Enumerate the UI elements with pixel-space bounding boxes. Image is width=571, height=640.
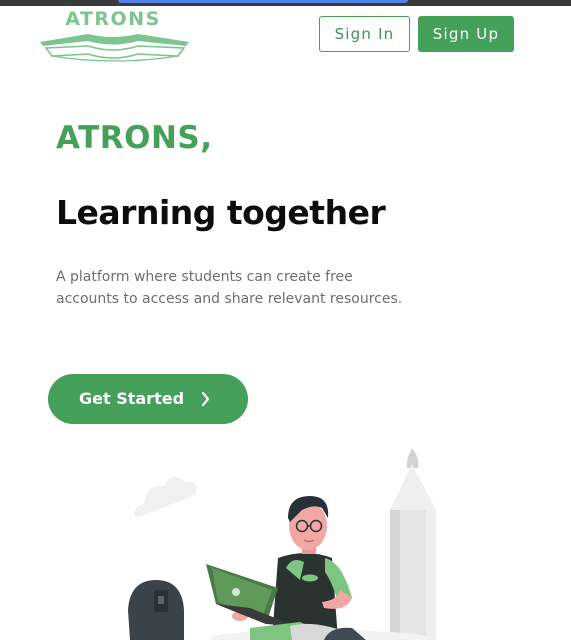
backpack-shape xyxy=(128,580,184,640)
open-book-icon xyxy=(40,34,189,62)
hero-headline: Learning together xyxy=(56,193,386,232)
sign-in-button[interactable]: Sign In xyxy=(319,16,410,52)
hero-description-line1: A platform where students can create fre… xyxy=(56,269,353,285)
get-started-label: Get Started xyxy=(79,389,185,408)
pencil-shape xyxy=(390,448,436,640)
hero-description-line2: accounts to access and share relevant re… xyxy=(56,291,403,307)
brand-title: ATRONS, xyxy=(56,120,213,156)
sign-up-button[interactable]: Sign Up xyxy=(418,16,514,52)
get-started-button[interactable]: Get Started xyxy=(48,374,248,424)
hero-description: A platform where students can create fre… xyxy=(56,266,436,310)
student-illustration xyxy=(128,448,436,640)
browser-top-bar xyxy=(0,0,571,6)
site-logo[interactable]: ATRONS xyxy=(38,8,192,64)
cloud-shape xyxy=(134,476,197,518)
browser-tab-indicator xyxy=(118,0,408,3)
chevron-right-icon xyxy=(201,391,210,407)
logo-text: ATRONS xyxy=(65,8,161,30)
